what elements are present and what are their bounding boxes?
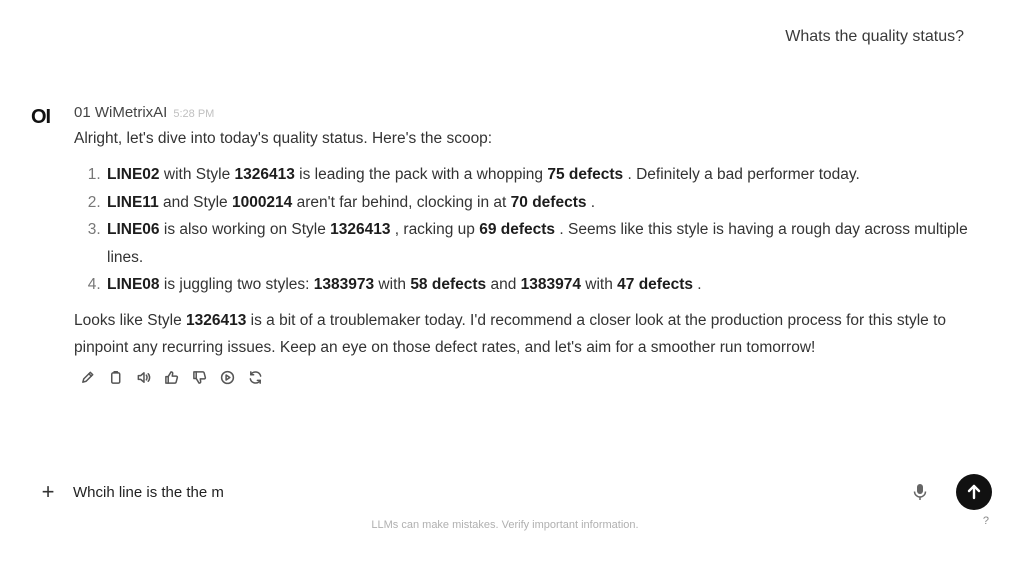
line-name: LINE06 [107, 221, 160, 238]
assistant-meta: 01 WiMetrixAI 5:28 PM [74, 104, 984, 121]
assistant-name: 01 WiMetrixAI [74, 104, 168, 121]
item-text: with Style [159, 166, 235, 183]
item-text: is also working on Style [159, 221, 331, 238]
list-item: LINE02 with Style 1326413 is leading the… [105, 161, 984, 189]
line-name: LINE11 [107, 193, 159, 211]
line-name: LINE08 [107, 276, 160, 293]
send-button[interactable] [956, 474, 992, 510]
disclaimer-text: LLMs can make mistakes. Verify important… [371, 519, 639, 531]
item-text: , racking up [390, 221, 480, 238]
defect-list: LINE02 with Style 1326413 is leading the… [74, 161, 984, 299]
defect-count: 47 defects [617, 276, 693, 293]
add-attachment-button[interactable]: + [37, 479, 59, 504]
chat-input-bar: + [30, 470, 992, 514]
style-number: 1383974 [520, 276, 581, 293]
thumbs-up-icon[interactable] [163, 369, 180, 386]
item-text: and Style [158, 193, 232, 211]
style-number: 1383973 [313, 276, 375, 293]
defect-count: 58 defects [410, 276, 487, 293]
read-aloud-icon[interactable] [135, 369, 152, 386]
list-item: LINE08 is juggling two styles: 1383973 w… [105, 271, 984, 299]
chat-input[interactable] [73, 483, 910, 501]
assistant-message: 01 WiMetrixAI 5:28 PM Alright, let's div… [74, 104, 984, 386]
outro-text: Looks like Style [74, 311, 186, 329]
play-icon[interactable] [219, 369, 236, 386]
style-number: 1326413 [234, 166, 295, 183]
line-name: LINE02 [107, 166, 160, 183]
defect-count: 70 defects [510, 193, 587, 211]
item-text: . [586, 193, 596, 211]
copy-icon[interactable] [107, 369, 124, 386]
list-item: LINE11 and Style 1000214 aren't far behi… [105, 189, 984, 217]
item-text: and [486, 276, 521, 293]
style-number: 1000214 [231, 193, 293, 211]
user-message: Whats the quality status? [785, 28, 964, 45]
regenerate-icon[interactable] [247, 369, 264, 386]
assistant-avatar: OI [31, 106, 51, 128]
arrow-up-icon [967, 484, 981, 500]
message-timestamp: 5:28 PM [173, 108, 215, 120]
item-text: . Definitely a bad performer today. [623, 166, 860, 183]
defect-count: 69 defects [479, 221, 556, 238]
response-outro: Looks like Style 1326413 is a bit of a t… [74, 307, 984, 361]
message-actions [74, 369, 984, 386]
list-item: LINE06 is also working on Style 1326413 … [105, 216, 984, 271]
item-text: aren't far behind, clocking in at [292, 193, 511, 211]
item-text: . [692, 276, 702, 293]
item-text: is juggling two styles: [159, 276, 314, 293]
help-button[interactable]: ? [983, 515, 989, 527]
style-number: 1326413 [186, 311, 247, 329]
defect-count: 75 defects [547, 166, 624, 183]
item-text: is leading the pack with a whopping [294, 166, 548, 183]
microphone-icon[interactable] [910, 481, 930, 503]
thumbs-down-icon[interactable] [191, 369, 208, 386]
response-intro: Alright, let's dive into today's quality… [74, 130, 493, 147]
edit-icon[interactable] [79, 369, 96, 386]
item-text: with [374, 276, 411, 293]
item-text: with [580, 276, 618, 293]
style-number: 1326413 [330, 221, 391, 238]
